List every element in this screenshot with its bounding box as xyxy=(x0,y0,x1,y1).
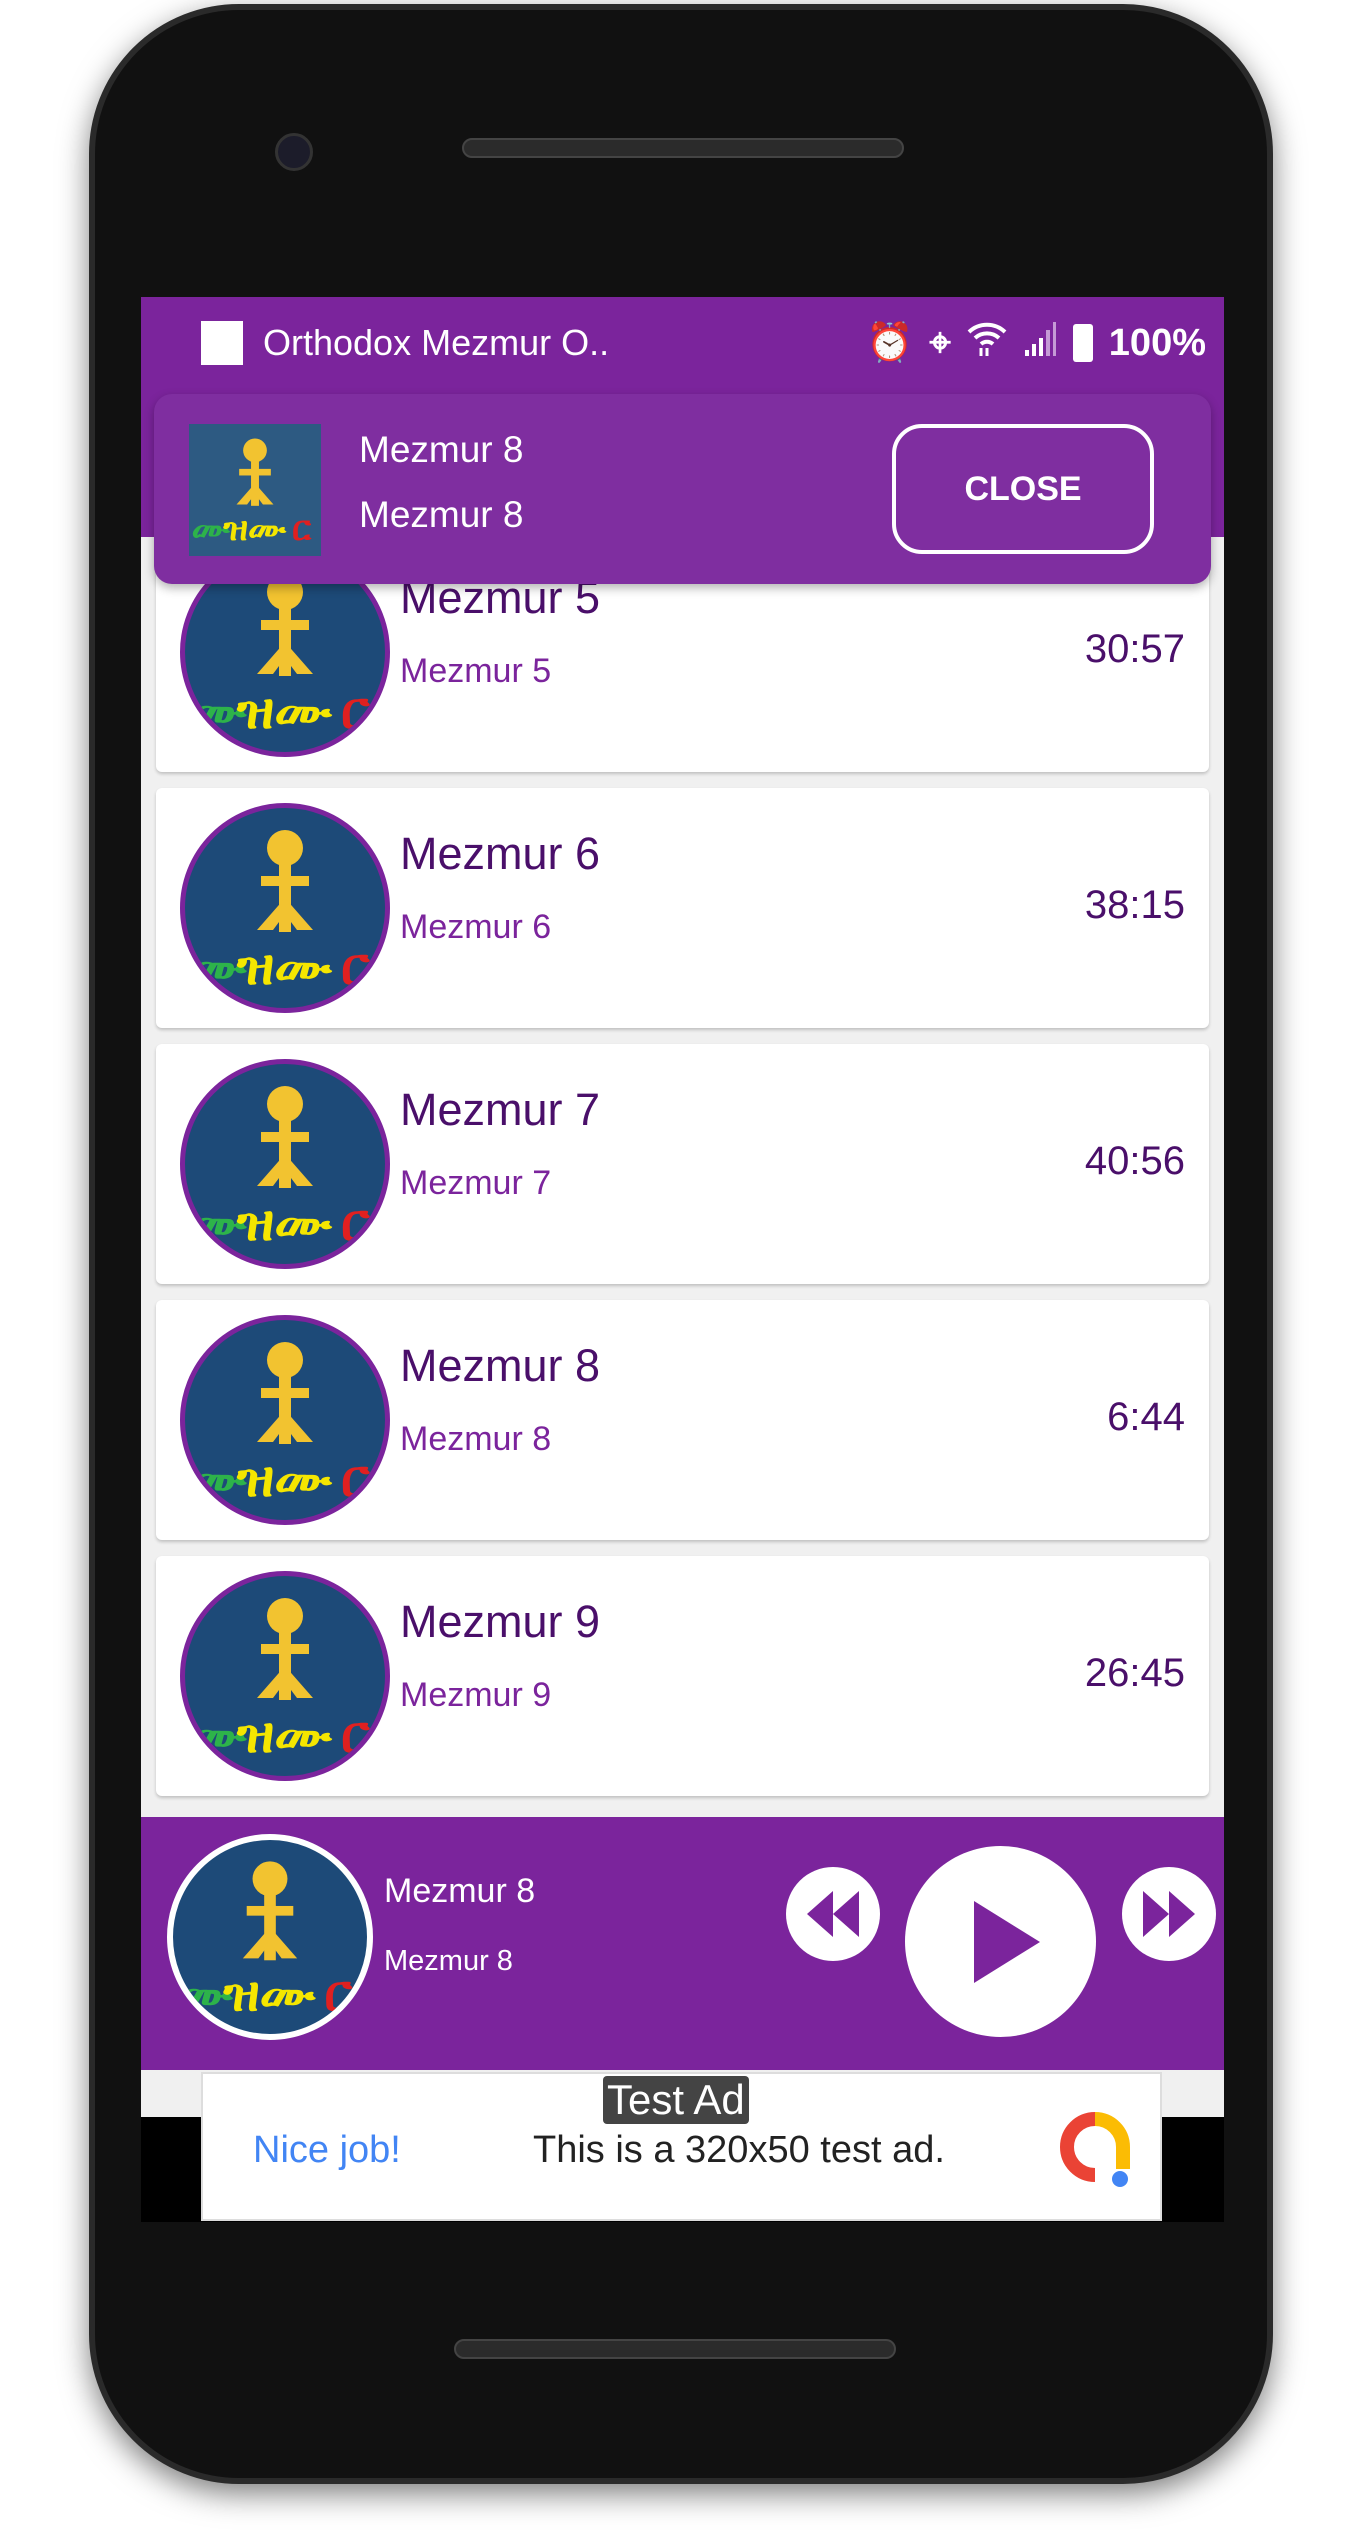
bottom-speaker xyxy=(454,2339,896,2359)
song-duration: 40:56 xyxy=(1084,1139,1185,1183)
alarm-icon: ⏰ xyxy=(866,322,914,364)
ad-headline[interactable]: Nice job! xyxy=(253,2129,401,2172)
song-artwork: ሙ ዝሙ ር xyxy=(180,1059,390,1269)
svg-text:ዝሙ: ዝሙ xyxy=(222,510,286,548)
battery-percent: 100% xyxy=(1108,321,1206,364)
test-ad-label: Test Ad xyxy=(603,2076,749,2124)
earpiece xyxy=(462,138,904,158)
close-button[interactable]: CLOSE xyxy=(892,424,1154,554)
song-subtitle: Mezmur 7 xyxy=(400,1164,552,1202)
song-artwork: ሙ ዝሙ ር xyxy=(180,803,390,1013)
ad-text: This is a 320x50 test ad. xyxy=(533,2129,945,2171)
song-title: Mezmur 6 xyxy=(400,828,601,879)
battery-icon xyxy=(1072,324,1093,362)
svg-text:ዝሙ: ዝሙ xyxy=(236,1451,332,1508)
rewind-button[interactable] xyxy=(786,1867,880,1961)
mezmur-logo: ሙ ዝሙ ር xyxy=(177,1861,353,2022)
song-subtitle: Mezmur 9 xyxy=(400,1676,552,1714)
mezmur-logo: ሙ ዝሙ ር xyxy=(189,1342,371,1508)
song-artwork: ሙ ዝሙ ር xyxy=(180,1571,390,1781)
mezmur-logo: ሙ ዝሙ ር xyxy=(192,438,312,548)
svg-text:ዝሙ: ዝሙ xyxy=(236,1707,332,1764)
song-list-item[interactable]: ሙ ዝሙ ር Mezmur 7 Mezmur 7 40:56 xyxy=(156,1044,1209,1284)
mezmur-logo: ሙ ዝሙ ር xyxy=(189,830,371,996)
app-screen: Orthodox Mezmur O.. ⏰ ⌖ 100% ሙ ዝሙ ር Mezm… xyxy=(141,297,1224,2222)
location-icon: ⌖ xyxy=(929,321,951,364)
song-duration: 6:44 xyxy=(1107,1395,1185,1439)
svg-text:ር: ር xyxy=(324,1966,353,2022)
song-title: Mezmur 9 xyxy=(400,1596,601,1647)
song-duration: 26:45 xyxy=(1084,1651,1185,1695)
song-subtitle: Mezmur 8 xyxy=(400,1420,552,1458)
media-notification[interactable]: ሙ ዝሙ ር Mezmur 8 Mezmur 8 CLOSE xyxy=(154,394,1211,584)
svg-text:ር: ር xyxy=(341,1451,371,1508)
mezmur-logo: ሙ ዝሙ ር xyxy=(189,1598,371,1764)
svg-text:ዝሙ: ዝሙ xyxy=(236,1195,332,1252)
song-subtitle: Mezmur 6 xyxy=(400,908,552,946)
player-artwork: ሙ ዝሙ ር xyxy=(167,1834,373,2040)
svg-text:ር: ር xyxy=(341,939,371,996)
wifi-icon xyxy=(967,318,1007,368)
ad-logo-icon xyxy=(1060,2112,1130,2187)
notification-title: Mezmur 8 xyxy=(359,429,524,470)
song-title: Mezmur 8 xyxy=(400,1340,601,1391)
song-subtitle: Mezmur 5 xyxy=(400,652,552,690)
player-title: Mezmur 8 xyxy=(384,1872,536,1910)
song-list-item[interactable]: ሙ ዝሙ ር Mezmur 9 Mezmur 9 26:45 xyxy=(156,1556,1209,1796)
svg-text:ዝሙ: ዝሙ xyxy=(236,939,332,996)
song-artwork: ሙ ዝሙ ር xyxy=(180,1315,390,1525)
svg-text:ዝሙ: ዝሙ xyxy=(236,683,332,740)
rewind-icon xyxy=(807,1891,859,1937)
app-notification-icon xyxy=(201,321,243,365)
svg-text:ር: ር xyxy=(341,1195,371,1252)
svg-text:ዝሙ: ዝሙ xyxy=(222,1966,315,2022)
mezmur-logo: ሙ ዝሙ ር xyxy=(189,1086,371,1252)
signal-icon xyxy=(1023,320,1057,366)
svg-text:ር: ር xyxy=(341,1707,371,1764)
notification-subtitle: Mezmur 8 xyxy=(359,494,524,535)
status-app-title: Orthodox Mezmur O.. xyxy=(263,322,610,363)
banner-ad[interactable]: Test Ad Nice job! This is a 320x50 test … xyxy=(201,2072,1162,2221)
fast-forward-button[interactable] xyxy=(1122,1867,1216,1961)
fast-forward-icon xyxy=(1143,1891,1195,1937)
player-subtitle: Mezmur 8 xyxy=(384,1945,513,1977)
play-icon xyxy=(973,1900,1040,1983)
svg-text:ር: ር xyxy=(292,510,312,548)
svg-text:ር: ር xyxy=(341,683,371,740)
song-duration: 38:15 xyxy=(1084,883,1185,927)
front-camera xyxy=(275,133,313,171)
song-title: Mezmur 7 xyxy=(400,1084,601,1135)
song-list-item[interactable]: ሙ ዝሙ ር Mezmur 6 Mezmur 6 38:15 xyxy=(156,788,1209,1028)
song-duration: 30:57 xyxy=(1084,627,1185,671)
notification-thumbnail: ሙ ዝሙ ር xyxy=(189,424,321,556)
song-list-item[interactable]: ሙ ዝሙ ር Mezmur 8 Mezmur 8 6:44 xyxy=(156,1300,1209,1540)
mini-player: ሙ ዝሙ ር Mezmur 8 Mezmur 8 xyxy=(141,1817,1224,2070)
play-button[interactable] xyxy=(905,1846,1096,2037)
